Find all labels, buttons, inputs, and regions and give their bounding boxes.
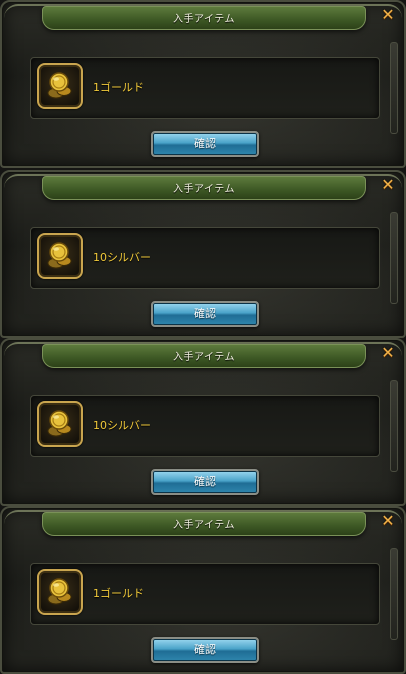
close-icon[interactable]: ✕ bbox=[380, 7, 396, 23]
scrollbar-track bbox=[390, 548, 398, 640]
item-slot: 10シルバー bbox=[30, 395, 380, 457]
confirm-button[interactable]: 確認 bbox=[151, 301, 259, 327]
acquired-item-dialog-2: 入手アイテム ✕ 10シルバー 確認 bbox=[0, 170, 406, 338]
scrollbar-track bbox=[390, 42, 398, 134]
gold-coins-icon[interactable] bbox=[37, 63, 83, 109]
item-slot: 1ゴールド bbox=[30, 563, 380, 625]
confirm-button[interactable]: 確認 bbox=[151, 469, 259, 495]
dialog-title: 入手アイテム bbox=[173, 352, 235, 363]
confirm-button[interactable]: 確認 bbox=[151, 131, 259, 157]
dialog-title: 入手アイテム bbox=[173, 14, 235, 25]
close-icon[interactable]: ✕ bbox=[380, 177, 396, 193]
dialog-title-bar: 入手アイテム bbox=[42, 512, 366, 536]
gold-coins-icon[interactable] bbox=[37, 401, 83, 447]
acquired-item-dialog-1: 入手アイテム ✕ 1ゴールド 確認 bbox=[0, 0, 406, 168]
item-name: 1ゴールド bbox=[93, 587, 144, 600]
item-name: 10シルバー bbox=[93, 419, 151, 432]
acquired-item-dialog-stack: 入手アイテム ✕ 1ゴールド 確認 入手アイテム ✕ 10シルバー 確認 入手ア… bbox=[0, 0, 406, 674]
gold-coins-icon[interactable] bbox=[37, 233, 83, 279]
item-name: 1ゴールド bbox=[93, 81, 144, 94]
acquired-item-dialog-4: 入手アイテム ✕ 1ゴールド 確認 bbox=[0, 506, 406, 674]
close-icon[interactable]: ✕ bbox=[380, 345, 396, 361]
scrollbar-track bbox=[390, 380, 398, 472]
acquired-item-dialog-3: 入手アイテム ✕ 10シルバー 確認 bbox=[0, 338, 406, 506]
close-icon[interactable]: ✕ bbox=[380, 513, 396, 529]
dialog-title-bar: 入手アイテム bbox=[42, 6, 366, 30]
confirm-button[interactable]: 確認 bbox=[151, 637, 259, 663]
dialog-title-bar: 入手アイテム bbox=[42, 344, 366, 368]
item-name: 10シルバー bbox=[93, 251, 151, 264]
scrollbar-track bbox=[390, 212, 398, 304]
item-slot: 1ゴールド bbox=[30, 57, 380, 119]
dialog-title: 入手アイテム bbox=[173, 184, 235, 195]
item-slot: 10シルバー bbox=[30, 227, 380, 289]
dialog-title-bar: 入手アイテム bbox=[42, 176, 366, 200]
dialog-title: 入手アイテム bbox=[173, 520, 235, 531]
gold-coins-icon[interactable] bbox=[37, 569, 83, 615]
